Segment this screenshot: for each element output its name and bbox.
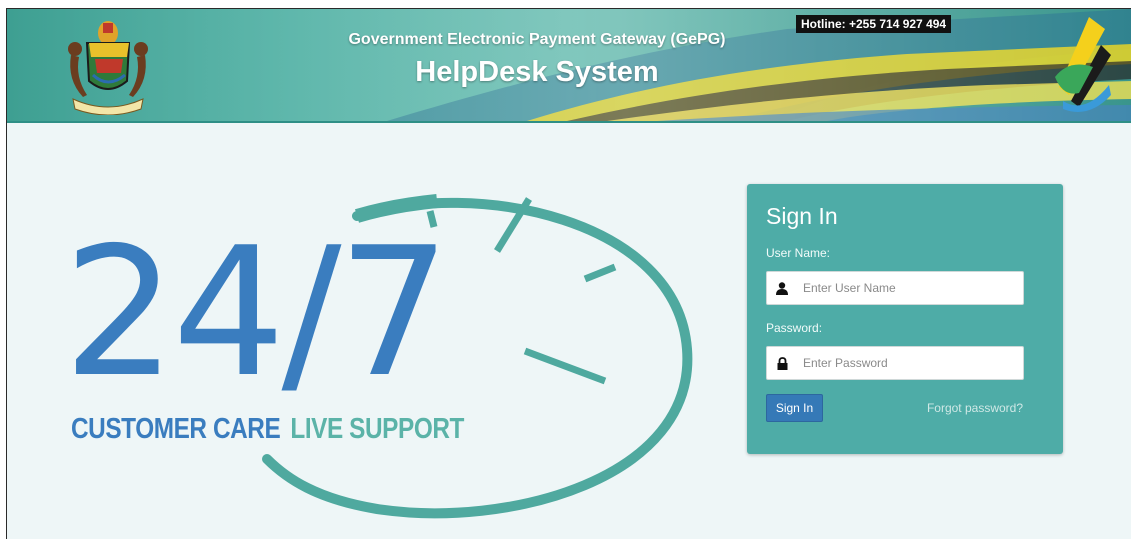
password-label: Password: (766, 321, 823, 335)
forgot-password-link[interactable]: Forgot password? (927, 401, 1023, 415)
hero-24-7: 24/7 (63, 209, 451, 416)
lock-icon (767, 347, 797, 379)
header-title: Government Electronic Payment Gateway (G… (348, 31, 726, 48)
page-frame: Hotline: +255 714 927 494 Government Ele… (6, 8, 1131, 539)
header-banner: Hotline: +255 714 927 494 Government Ele… (7, 9, 1131, 123)
password-field (766, 346, 1024, 380)
gepg-logo-icon (1055, 17, 1111, 112)
signin-panel: Sign In User Name: Password: Sign In Fo (747, 184, 1063, 454)
tagline-live-support: LIVE SUPPORT (290, 413, 465, 445)
user-icon (767, 272, 797, 304)
username-input[interactable] (801, 276, 1015, 300)
tagline-customer-care: CUSTOMER CARE (71, 413, 281, 445)
username-field (766, 271, 1024, 305)
signin-title: Sign In (766, 203, 838, 229)
username-label: User Name: (766, 246, 831, 260)
hero-tagline: CUSTOMER CARE LIVE SUPPORT (71, 413, 464, 446)
sign-in-button[interactable]: Sign In (766, 394, 823, 422)
password-input[interactable] (801, 351, 1015, 375)
hotline-badge: Hotline: +255 714 927 494 (796, 15, 952, 33)
page-title: HelpDesk System (415, 56, 659, 88)
coat-of-arms-icon (68, 21, 148, 115)
